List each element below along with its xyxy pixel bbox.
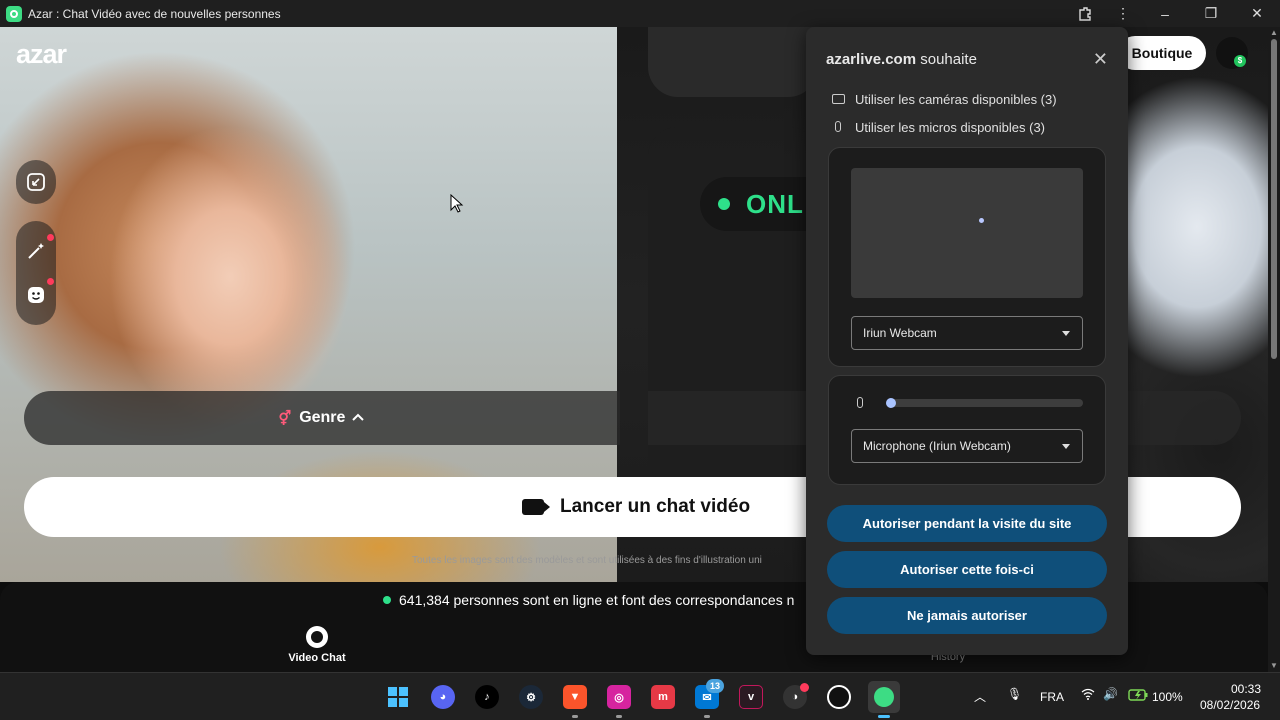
azar-app-icon <box>6 5 22 22</box>
instagram-icon[interactable]: ◎ <box>607 685 631 709</box>
mic-level-indicator <box>886 398 896 408</box>
obs-recording-dot <box>800 683 809 692</box>
outlook-active-indicator <box>704 715 710 718</box>
window-title: Azar : Chat Vidéo avec de nouvelles pers… <box>28 6 281 21</box>
camera-preview <box>851 168 1083 298</box>
gender-filter-button[interactable]: ⚥ Genre <box>24 391 620 445</box>
magic-wand-icon[interactable] <box>24 239 48 263</box>
never-allow-button[interactable]: Ne jamais autoriser <box>827 597 1107 634</box>
scroll-down-arrow-icon[interactable]: ▼ <box>1270 662 1278 670</box>
azar-taskbar-icon[interactable] <box>868 681 900 713</box>
mic-permission-text: Utiliser les micros disponibles (3) <box>855 120 1045 135</box>
image-disclaimer: Toutes les images sont des modèles et so… <box>412 555 762 566</box>
scroll-up-arrow-icon[interactable]: ▲ <box>1270 29 1278 37</box>
globe-icon <box>306 626 328 648</box>
app-red-icon[interactable]: m <box>651 685 675 709</box>
clock-date[interactable]: 08/02/2026 <box>1200 698 1260 712</box>
instagram-active-indicator <box>616 715 622 718</box>
online-dot-icon <box>718 198 730 210</box>
discord-icon[interactable]: ◕ <box>431 685 455 709</box>
nav-video-chat[interactable]: Video Chat <box>282 626 352 664</box>
online-users-count: 641,384 personnes sont en ligne et font … <box>383 592 808 608</box>
azar-logo[interactable]: azar <box>16 39 67 70</box>
camera-select-value: Iriun Webcam <box>863 326 937 340</box>
clock-time[interactable]: 00:33 <box>1231 682 1261 696</box>
permission-dialog: azarlive.com souhaite ✕ Utiliser les cam… <box>806 27 1128 655</box>
windows-start-icon[interactable] <box>386 685 410 709</box>
permission-title: azarlive.com souhaite <box>826 51 977 68</box>
input-language[interactable]: FRA <box>1040 690 1064 704</box>
camera-icon <box>830 92 846 107</box>
start-video-chat-label: Lancer un chat vidéo <box>560 496 751 517</box>
dropdown-caret-icon <box>1062 444 1070 449</box>
mic-level-meter <box>886 398 1083 408</box>
video-camera-icon <box>522 499 550 515</box>
face-sticker-icon[interactable] <box>24 283 48 307</box>
camera-permission-row: Utiliser les caméras disponibles (3) <box>830 92 1057 107</box>
camera-permission-text: Utiliser les caméras disponibles (3) <box>855 92 1057 107</box>
microphone-select-value: Microphone (Iriun Webcam) <box>863 439 1011 453</box>
battery-charging-icon[interactable] <box>1128 689 1148 704</box>
shield-badge-icon: $ <box>1234 55 1246 67</box>
extensions-icon[interactable] <box>1066 0 1104 27</box>
volume-icon[interactable]: 🔊 <box>1103 687 1118 701</box>
chevron-up-icon <box>351 409 365 427</box>
app-ring-icon[interactable] <box>827 685 851 709</box>
app-v-icon[interactable]: v <box>739 685 763 709</box>
online-status-dot <box>383 596 391 604</box>
online-indicator: ONL <box>700 177 820 231</box>
tray-overflow-chevron-icon[interactable]: ︿ <box>974 688 986 705</box>
notification-count-badge: 13 <box>706 679 724 693</box>
permission-request-text: souhaite <box>920 51 977 68</box>
profile-avatar[interactable]: $ <box>1216 37 1248 69</box>
sticker-notification-dot <box>47 278 54 285</box>
minimize-view-icon[interactable] <box>24 170 48 194</box>
minimize-button[interactable]: – <box>1142 0 1188 27</box>
gender-icon: ⚥ <box>278 409 292 426</box>
page-scrollbar[interactable]: ▲ ▼ <box>1268 27 1280 672</box>
microphone-icon <box>830 120 846 135</box>
mic-level-icon <box>857 395 863 413</box>
preview-card-top <box>648 27 818 97</box>
online-tag: ONL <box>746 188 804 219</box>
mic-permission-row: Utiliser les micros disponibles (3) <box>830 120 1045 135</box>
close-dialog-icon[interactable]: ✕ <box>1093 49 1108 70</box>
windows-taskbar: ◕ ♪ ⚙ ▼ ◎ m ✉ 13 v ◑ ︿ 🎙 FRA 🔊 100% 00:3… <box>0 672 1280 720</box>
effects-notification-dot <box>47 234 54 241</box>
dropdown-caret-icon <box>1062 331 1070 336</box>
close-window-button[interactable]: ✕ <box>1234 0 1280 27</box>
steam-icon[interactable]: ⚙ <box>519 685 543 709</box>
tray-microphone-icon[interactable]: 🎙 <box>1007 687 1022 701</box>
camera-select[interactable]: Iriun Webcam <box>851 316 1083 350</box>
tiktok-icon[interactable]: ♪ <box>475 685 499 709</box>
microphone-box: Microphone (Iriun Webcam) <box>828 375 1106 485</box>
wifi-icon[interactable] <box>1081 688 1095 703</box>
battery-percent: 100% <box>1152 690 1183 704</box>
shop-button[interactable]: Boutique <box>1118 36 1206 70</box>
more-menu-icon[interactable]: ⋮ <box>1104 0 1142 27</box>
brave-browser-icon[interactable]: ▼ <box>563 685 587 709</box>
azar-active-indicator <box>878 715 890 718</box>
gender-filter-label: Genre <box>299 409 346 426</box>
camera-preview-box: Iriun Webcam <box>828 147 1106 367</box>
brave-active-indicator <box>572 715 578 718</box>
microphone-select[interactable]: Microphone (Iriun Webcam) <box>851 429 1083 463</box>
scrollbar-thumb[interactable] <box>1271 39 1277 359</box>
allow-during-visit-button[interactable]: Autoriser pendant la visite du site <box>827 505 1107 542</box>
online-users-text: 641,384 personnes sont en ligne et font … <box>399 592 795 608</box>
nav-video-chat-label: Video Chat <box>288 652 346 664</box>
mouse-cursor-icon <box>450 193 464 219</box>
permission-origin: azarlive.com <box>826 51 917 68</box>
loading-spinner-icon <box>979 218 984 223</box>
allow-once-button[interactable]: Autoriser cette fois-ci <box>827 551 1107 588</box>
window-titlebar: Azar : Chat Vidéo avec de nouvelles pers… <box>0 0 1280 27</box>
restore-button[interactable]: ❐ <box>1188 0 1234 27</box>
